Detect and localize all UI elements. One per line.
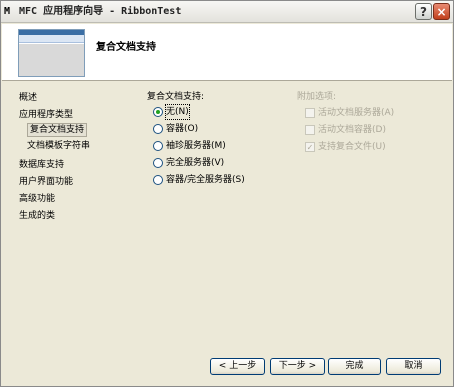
mfc-app-icon: M	[4, 6, 11, 17]
nav-item-database-support[interactable]: 数据库支持	[19, 158, 64, 172]
radio-container-full-server-button[interactable]	[153, 175, 163, 185]
page-title: 复合文档支持	[96, 42, 156, 53]
nav-item-user-interface-features[interactable]: 用户界面功能	[19, 175, 73, 189]
wizard-nav: 概述 应用程序类型 复合文档支持 文档模板字符串 数据库支持 用户界面功能 高级…	[9, 89, 137, 349]
checkmark-icon: ✓	[306, 143, 314, 152]
radio-full-server-label[interactable]: 完全服务器(V)	[166, 156, 224, 170]
checkbox-compound-files-box: ✓	[305, 142, 315, 152]
nav-item-document-template-strings[interactable]: 文档模板字符串	[27, 139, 90, 153]
radio-full-server-button[interactable]	[153, 158, 163, 168]
finish-button[interactable]: 完成	[328, 358, 381, 375]
next-button[interactable]: 下一步 >	[270, 358, 325, 375]
checkbox-active-doc-server-box	[305, 108, 315, 118]
help-icon: ?	[420, 5, 427, 19]
window-title: MFC 应用程序向导 - RibbonTest	[19, 6, 182, 17]
close-button[interactable]: ×	[433, 3, 450, 20]
radio-container-label[interactable]: 容器(O)	[166, 122, 198, 136]
radio-mini-server-label[interactable]: 袖珍服务器(M)	[166, 139, 226, 153]
compound-support-label: 复合文档支持:	[147, 92, 205, 102]
checkbox-active-doc-container-label: 活动文档容器(D)	[318, 125, 386, 135]
nav-item-application-type[interactable]: 应用程序类型	[19, 108, 73, 122]
nav-item-advanced-features[interactable]: 高级功能	[19, 192, 55, 206]
nav-item-overview[interactable]: 概述	[19, 91, 37, 105]
checkbox-active-doc-server-label: 活动文档服务器(A)	[318, 108, 395, 118]
additional-options-label: 附加选项:	[297, 92, 337, 102]
radio-none-label[interactable]: 无(N)	[165, 104, 190, 120]
radio-container-full-server-label[interactable]: 容器/完全服务器(S)	[166, 173, 245, 187]
thumbnail-body	[19, 44, 84, 76]
wizard-content: 复合文档支持: 无(N) 容器(O) 袖珍服务器(M) 完全服务器(V) 容器/…	[141, 87, 441, 357]
previous-button[interactable]: < 上一步	[210, 358, 265, 375]
wizard-header: 复合文档支持	[2, 24, 452, 81]
nav-item-compound-document-support[interactable]: 复合文档支持	[27, 123, 88, 137]
radio-container-button[interactable]	[153, 124, 163, 134]
title-bar[interactable]: M MFC 应用程序向导 - RibbonTest ? ×	[1, 1, 453, 23]
wizard-window: M MFC 应用程序向导 - RibbonTest ? × 复合文档支持 概述 …	[0, 0, 454, 387]
checkbox-active-doc-container-box	[305, 125, 315, 135]
nav-item-generated-classes[interactable]: 生成的类	[19, 209, 55, 223]
close-icon: ×	[436, 5, 447, 19]
radio-mini-server-button[interactable]	[153, 141, 163, 151]
radio-none-button[interactable]	[153, 107, 163, 117]
help-button[interactable]: ?	[415, 3, 432, 20]
ribbon-preview-thumbnail	[18, 29, 85, 77]
thumbnail-ribbon	[19, 35, 84, 43]
cancel-button[interactable]: 取消	[386, 358, 441, 375]
checkbox-compound-files-label: 支持复合文件(U)	[318, 142, 386, 152]
